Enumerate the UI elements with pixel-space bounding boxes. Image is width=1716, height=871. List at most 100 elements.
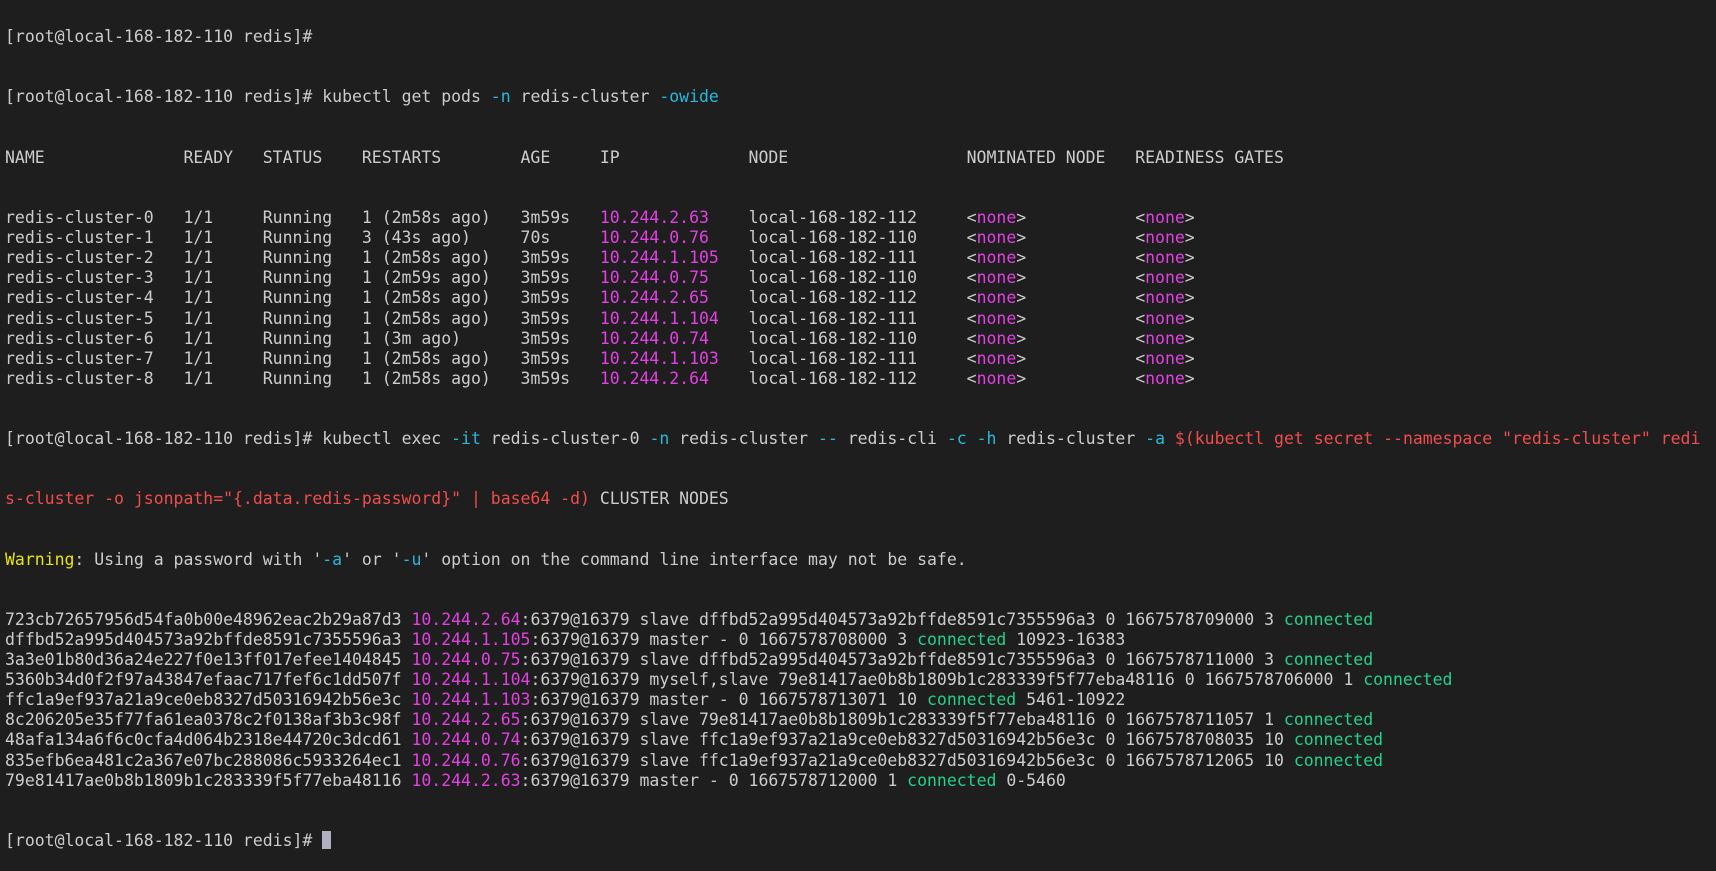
node-slots: 10923-16383: [1006, 630, 1126, 649]
flag: -a: [322, 549, 343, 569]
pod-node: local-168-182-111: [748, 248, 967, 268]
node-id: 48afa134a6f6c0cfa4d064b2318e44720c3dcd61: [5, 730, 412, 750]
pod-ready: 1/1: [183, 328, 263, 348]
final-prompt-line[interactable]: [root@local-168-182-110 redis]#: [5, 830, 1700, 851]
bracket: >: [1184, 208, 1195, 228]
bracket: <: [1135, 328, 1146, 348]
prompt: [root@local-168-182-110 redis]#: [5, 830, 323, 850]
flag: -u: [401, 549, 422, 569]
node-details: :6379@16379 myself,slave 79e81417ae0b8b1…: [530, 670, 1364, 690]
command-exec-line-2: s-cluster -o jsonpath="{.data.redis-pass…: [5, 489, 1700, 509]
node-details: :6379@16379 slave 79e81417ae0b8b1809b1c2…: [520, 710, 1284, 730]
node-ip: 10.244.0.76: [411, 750, 521, 770]
table-row: redis-cluster-7 1/1 Running 1 (2m58s ago…: [5, 349, 1700, 369]
bracket: >: [1184, 368, 1195, 388]
node-link-state: connected: [927, 690, 1017, 710]
prompt: [root@local-168-182-110 redis]#: [5, 27, 313, 47]
warning-text: ' or ': [342, 549, 402, 569]
bracket: <: [966, 228, 977, 248]
pod-status: Running: [262, 348, 362, 368]
list-item: 723cb72657956d54fa0b00e48962eac2b29a87d3…: [5, 610, 1700, 630]
pod-age: 3m59s: [520, 368, 600, 388]
flag: -owide: [659, 87, 719, 107]
node-id: 8c206205e35f77fa61ea0378c2f0138af3b3c98f: [5, 710, 412, 730]
table-row: redis-cluster-5 1/1 Running 1 (2m58s ago…: [5, 309, 1700, 329]
bracket: >: [1016, 228, 1136, 248]
node-link-state: connected: [907, 770, 997, 790]
pod-nominated-node: none: [976, 228, 1017, 248]
pod-node: local-168-182-110: [748, 228, 967, 248]
flag: -a: [1145, 429, 1165, 449]
pod-name: redis-cluster-0: [5, 208, 184, 228]
pod-age: 70s: [520, 228, 600, 248]
terminal-output[interactable]: [root@local-168-182-110 redis]# [root@lo…: [5, 0, 1700, 871]
node-ip: 10.244.0.74: [411, 730, 521, 750]
pod-age: 3m59s: [520, 288, 600, 308]
pod-readiness-gates: none: [1145, 268, 1185, 288]
pod-status: Running: [262, 288, 362, 308]
pod-ready: 1/1: [183, 208, 263, 228]
command-text: kubectl exec: [312, 429, 452, 449]
pods-table: redis-cluster-0 1/1 Running 1 (2m58s ago…: [5, 208, 1700, 389]
list-item: 835efb6ea481c2a367e07bc288086c5933264ec1…: [5, 751, 1700, 771]
bracket: <: [1135, 268, 1146, 288]
subshell: $(kubectl get secret --namespace "redis-…: [1174, 429, 1701, 449]
pod-restarts: 1 (2m58s ago): [361, 308, 521, 328]
bracket: <: [1135, 208, 1146, 228]
pod-ip: 10.244.1.105: [599, 248, 749, 268]
node-ip: 10.244.2.65: [411, 710, 521, 730]
node-link-state: connected: [1363, 670, 1453, 690]
pod-readiness-gates: none: [1145, 208, 1185, 228]
pod-ready: 1/1: [183, 248, 263, 268]
pod-name: redis-cluster-2: [5, 248, 184, 268]
pod-status: Running: [262, 368, 362, 388]
bracket: <: [966, 308, 977, 328]
prompt: [root@local-168-182-110 redis]#: [5, 87, 313, 107]
pod-name: redis-cluster-6: [5, 328, 184, 348]
pod-status: Running: [262, 328, 362, 348]
pod-nominated-node: none: [976, 248, 1017, 268]
pod-status: Running: [262, 308, 362, 328]
pod-age: 3m59s: [520, 208, 600, 228]
node-details: :6379@16379 master - 0 1667578713071 10: [530, 690, 927, 710]
pod-ready: 1/1: [183, 288, 263, 308]
pod-node: local-168-182-112: [748, 368, 967, 388]
node-details: :6379@16379 master - 0 1667578708000 3: [530, 630, 918, 649]
warning-label: Warning: [5, 549, 75, 569]
list-item: dffbd52a995d404573a92bffde8591c7355596a3…: [5, 630, 1700, 650]
node-ip: 10.244.1.105: [411, 630, 531, 649]
pod-readiness-gates: none: [1145, 288, 1185, 308]
terminal-line-partial: [root@local-168-182-110 redis]#: [5, 27, 1700, 47]
pod-node: local-168-182-111: [748, 308, 967, 328]
pod-restarts: 1 (2m58s ago): [361, 348, 521, 368]
pod-ip: 10.244.0.74: [599, 328, 749, 348]
list-item: 5360b34d0f2f97a43847efaac717fef6c1dd507f…: [5, 670, 1700, 690]
pod-readiness-gates: none: [1145, 348, 1185, 368]
pod-name: redis-cluster-4: [5, 288, 184, 308]
pod-ip: 10.244.1.103: [599, 348, 749, 368]
command-exec-line-1: [root@local-168-182-110 redis]# kubectl …: [5, 429, 1700, 449]
bracket: >: [1184, 268, 1195, 288]
command-text: redis-cluster: [669, 429, 818, 449]
pod-name: redis-cluster-5: [5, 308, 184, 328]
pod-age: 3m59s: [520, 268, 600, 288]
list-item: 79e81417ae0b8b1809b1c283339f5f77eba48116…: [5, 771, 1700, 791]
pod-ip: 10.244.2.65: [599, 288, 749, 308]
pod-name: redis-cluster-8: [5, 368, 184, 388]
bracket: >: [1184, 328, 1195, 348]
pod-name: redis-cluster-1: [5, 228, 184, 248]
pod-ready: 1/1: [183, 228, 263, 248]
bracket: >: [1184, 348, 1195, 368]
node-ip: 10.244.1.103: [411, 690, 531, 710]
bracket: >: [1184, 308, 1195, 328]
table-row: redis-cluster-4 1/1 Running 1 (2m58s ago…: [5, 288, 1700, 308]
command-text: redis-cluster: [510, 87, 660, 107]
pod-node: local-168-182-110: [748, 268, 967, 288]
pod-readiness-gates: none: [1145, 328, 1185, 348]
bracket: <: [966, 328, 977, 348]
node-id: 3a3e01b80d36a24e227f0e13ff017efee1404845: [5, 650, 412, 670]
pod-ready: 1/1: [183, 268, 263, 288]
pod-restarts: 3 (43s ago): [361, 228, 521, 248]
node-link-state: connected: [1293, 730, 1384, 750]
